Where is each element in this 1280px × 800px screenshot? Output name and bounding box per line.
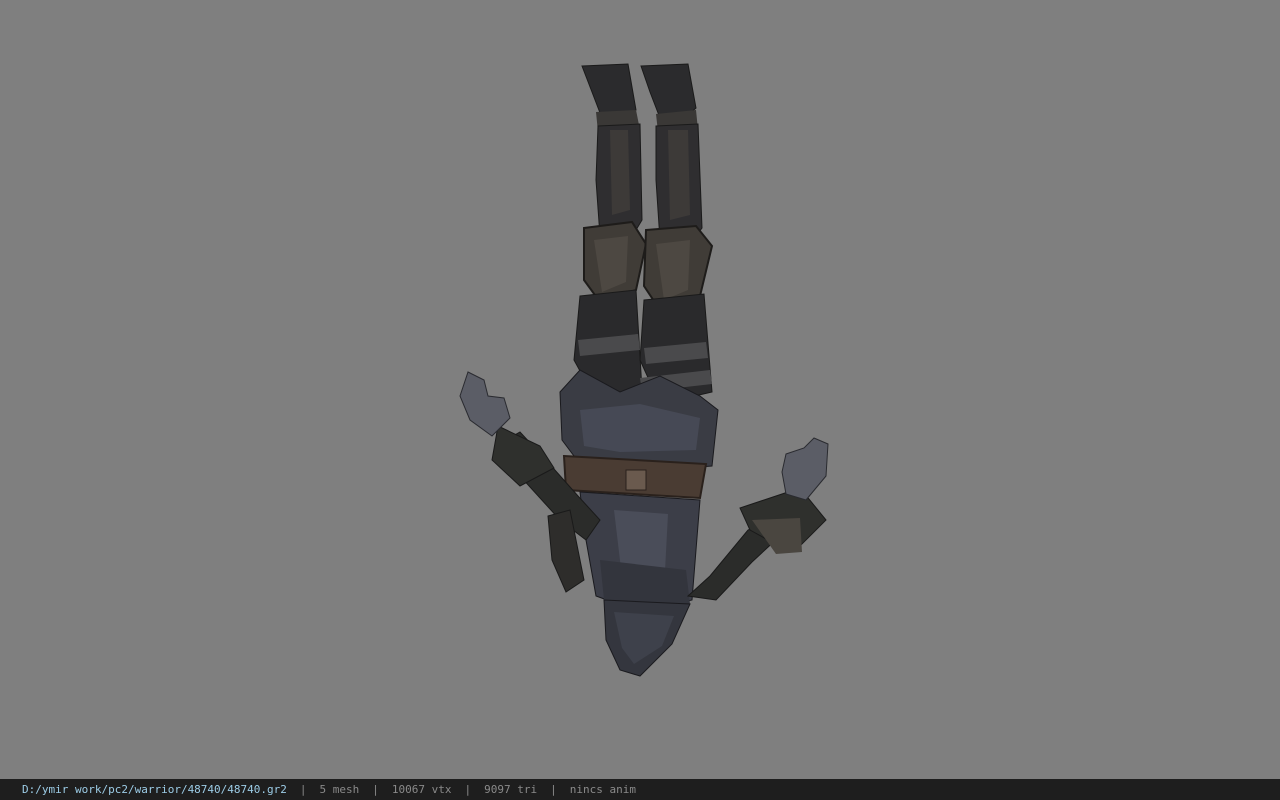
file-path: D:/ymir work/pc2/warrior/48740/48740.gr2: [22, 783, 287, 796]
status-bar: D:/ymir work/pc2/warrior/48740/48740.gr2…: [0, 779, 1280, 800]
hood: [603, 599, 691, 677]
separator: |: [372, 783, 379, 796]
mesh-count: 5 mesh: [319, 783, 360, 796]
separator: |: [299, 783, 307, 796]
left-shin: [595, 123, 643, 241]
left-hand: [459, 371, 511, 437]
character-model: [459, 63, 829, 677]
separator: |: [464, 783, 472, 796]
belt: [562, 454, 708, 500]
animation-status: nincs anim: [569, 783, 636, 796]
triangle-count: 9097 tri: [484, 783, 538, 796]
right-arm: [686, 487, 827, 601]
left-boot: [581, 63, 640, 132]
vertex-count: 10067 vtx: [391, 783, 452, 796]
right-boot: [640, 63, 698, 132]
separator: |: [550, 783, 557, 796]
right-hand: [781, 437, 829, 501]
torso: [579, 491, 701, 613]
3d-viewport[interactable]: [0, 0, 1280, 779]
left-knee-guard: [583, 220, 648, 304]
